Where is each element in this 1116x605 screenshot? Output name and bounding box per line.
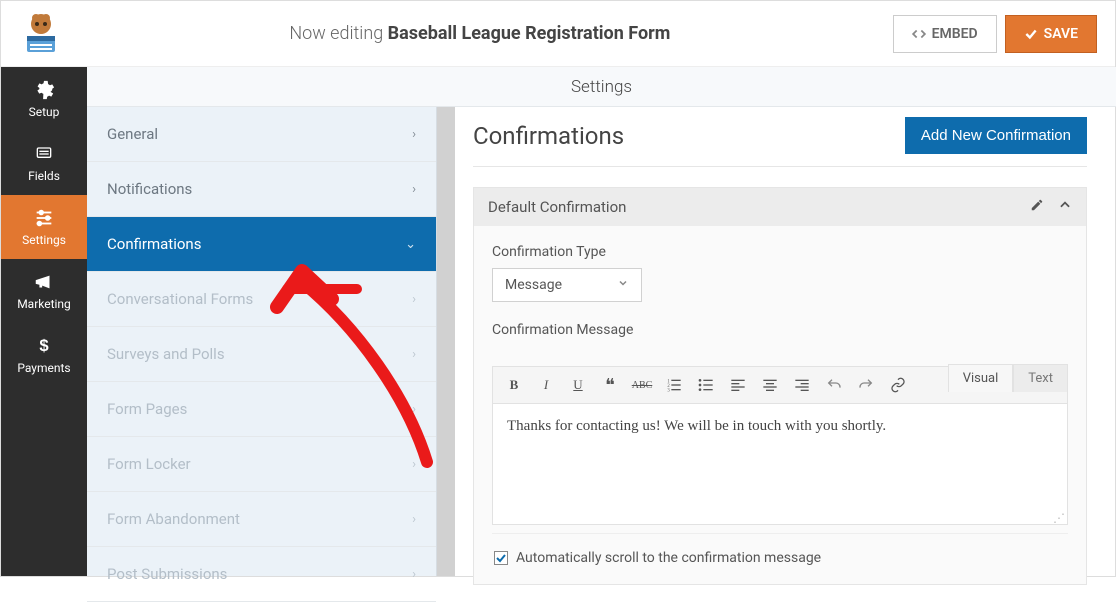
sidebar-item-form-locker[interactable]: Form Locker › bbox=[87, 437, 436, 492]
megaphone-icon bbox=[33, 271, 55, 293]
main-panel: Confirmations Add New Confirmation Defau… bbox=[455, 67, 1115, 576]
nav-item-settings[interactable]: Settings bbox=[1, 195, 87, 259]
sidebar-item-label: Confirmations bbox=[107, 235, 201, 253]
nav-item-fields[interactable]: Fields bbox=[1, 131, 87, 195]
nav-item-payments[interactable]: $ Payments bbox=[1, 323, 87, 387]
chevron-right-icon: › bbox=[412, 512, 416, 527]
nav-label: Fields bbox=[28, 169, 60, 183]
tab-visual[interactable]: Visual bbox=[948, 364, 1014, 392]
auto-scroll-row[interactable]: Automatically scroll to the confirmation… bbox=[492, 533, 1068, 570]
strikethrough-button[interactable]: ABC bbox=[629, 373, 655, 397]
sidebar-item-label: Surveys and Polls bbox=[107, 345, 225, 363]
auto-scroll-label: Automatically scroll to the confirmation… bbox=[516, 550, 821, 566]
nav-label: Setup bbox=[29, 105, 60, 119]
add-new-confirmation-button[interactable]: Add New Confirmation bbox=[905, 117, 1087, 154]
confirmation-type-label: Confirmation Type bbox=[492, 244, 1068, 260]
align-center-button[interactable] bbox=[757, 373, 783, 397]
chevron-right-icon: › bbox=[412, 127, 416, 142]
settings-sidebar: Settings General › Notifications › Confi… bbox=[87, 67, 437, 576]
link-button[interactable] bbox=[885, 373, 911, 397]
save-button[interactable]: SAVE bbox=[1005, 15, 1097, 53]
gear-icon bbox=[33, 79, 55, 101]
nav-label: Payments bbox=[17, 361, 70, 375]
confirmation-message-label: Confirmation Message bbox=[492, 322, 1068, 338]
settings-list: General › Notifications › Confirmations … bbox=[87, 67, 436, 602]
panel-header[interactable]: Default Confirmation bbox=[474, 188, 1086, 226]
sidebar-item-form-abandonment[interactable]: Form Abandonment › bbox=[87, 492, 436, 547]
sidebar-item-label: Form Abandonment bbox=[107, 510, 240, 528]
sidebar-item-form-pages[interactable]: Form Pages › bbox=[87, 382, 436, 437]
main-header: Confirmations Add New Confirmation bbox=[473, 117, 1087, 167]
underline-button[interactable]: U bbox=[565, 373, 591, 397]
app-logo bbox=[19, 12, 63, 56]
column-gutter[interactable] bbox=[437, 67, 455, 576]
tab-text[interactable]: Text bbox=[1013, 364, 1068, 392]
sliders-icon bbox=[33, 207, 55, 229]
sidebar-item-label: Conversational Forms bbox=[107, 290, 253, 308]
panel-title: Default Confirmation bbox=[488, 198, 626, 216]
top-bar: Now editing Baseball League Registration… bbox=[1, 1, 1115, 67]
chevron-down-icon: ⌄ bbox=[405, 237, 416, 252]
auto-scroll-checkbox[interactable] bbox=[494, 551, 508, 565]
align-left-button[interactable] bbox=[725, 373, 751, 397]
sidebar-item-label: Form Pages bbox=[107, 400, 187, 418]
chevron-right-icon: › bbox=[412, 347, 416, 362]
save-label: SAVE bbox=[1044, 26, 1078, 42]
editing-prefix: Now editing bbox=[289, 23, 383, 44]
svg-text:$: $ bbox=[39, 336, 49, 355]
align-right-button[interactable] bbox=[789, 373, 815, 397]
chevron-right-icon: › bbox=[412, 567, 416, 582]
main-title: Confirmations bbox=[473, 122, 624, 150]
sidebar-item-post-submissions[interactable]: Post Submissions › bbox=[87, 547, 436, 602]
redo-button[interactable] bbox=[853, 373, 879, 397]
sidebar-item-conversational-forms[interactable]: Conversational Forms › bbox=[87, 272, 436, 327]
chevron-right-icon: › bbox=[412, 182, 416, 197]
nav-item-marketing[interactable]: Marketing bbox=[1, 259, 87, 323]
nav-item-setup[interactable]: Setup bbox=[1, 67, 87, 131]
embed-button[interactable]: EMBED bbox=[893, 15, 997, 53]
chevron-right-icon: › bbox=[412, 457, 416, 472]
page-title: Now editing Baseball League Registration… bbox=[75, 23, 885, 44]
sidebar-item-label: Form Locker bbox=[107, 455, 191, 473]
chevron-right-icon: › bbox=[412, 402, 416, 417]
settings-title-bar: Settings bbox=[87, 67, 1116, 107]
bold-button[interactable]: B bbox=[501, 373, 527, 397]
form-name: Baseball League Registration Form bbox=[388, 23, 671, 44]
nav-label: Settings bbox=[22, 233, 66, 247]
unordered-list-button[interactable] bbox=[693, 373, 719, 397]
chevron-right-icon: › bbox=[412, 292, 416, 307]
confirmation-type-select[interactable]: Message bbox=[492, 268, 642, 302]
pencil-icon[interactable] bbox=[1030, 198, 1044, 216]
resize-grip-icon[interactable]: ⋰ bbox=[493, 514, 1067, 524]
sidebar-item-general[interactable]: General › bbox=[87, 107, 436, 162]
code-icon bbox=[912, 27, 926, 41]
left-nav: Setup Fields Settings Marketing $ Paymen… bbox=[1, 67, 87, 576]
select-value: Message bbox=[505, 277, 562, 293]
chevron-down-icon bbox=[617, 277, 629, 293]
sidebar-item-label: General bbox=[107, 125, 158, 143]
settings-title: Settings bbox=[87, 77, 1116, 97]
nav-label: Marketing bbox=[17, 297, 71, 311]
sidebar-item-label: Notifications bbox=[107, 180, 192, 198]
sidebar-item-label: Post Submissions bbox=[107, 565, 227, 583]
list-icon bbox=[33, 143, 55, 165]
sidebar-item-notifications[interactable]: Notifications › bbox=[87, 162, 436, 217]
svg-text:3: 3 bbox=[667, 389, 670, 393]
sidebar-item-surveys-polls[interactable]: Surveys and Polls › bbox=[87, 327, 436, 382]
confirmation-panel: Default Confirmation Confirmation Type bbox=[473, 187, 1087, 585]
blockquote-button[interactable]: ❝ bbox=[597, 373, 623, 397]
sidebar-item-confirmations[interactable]: Confirmations ⌄ bbox=[87, 217, 436, 272]
check-icon bbox=[1024, 27, 1038, 41]
embed-label: EMBED bbox=[932, 26, 978, 42]
undo-button[interactable] bbox=[821, 373, 847, 397]
editor-content[interactable]: Thanks for contacting us! We will be in … bbox=[493, 404, 1067, 514]
italic-button[interactable]: I bbox=[533, 373, 559, 397]
ordered-list-button[interactable]: 123 bbox=[661, 373, 687, 397]
chevron-up-icon[interactable] bbox=[1058, 198, 1072, 216]
dollar-icon: $ bbox=[33, 335, 55, 357]
